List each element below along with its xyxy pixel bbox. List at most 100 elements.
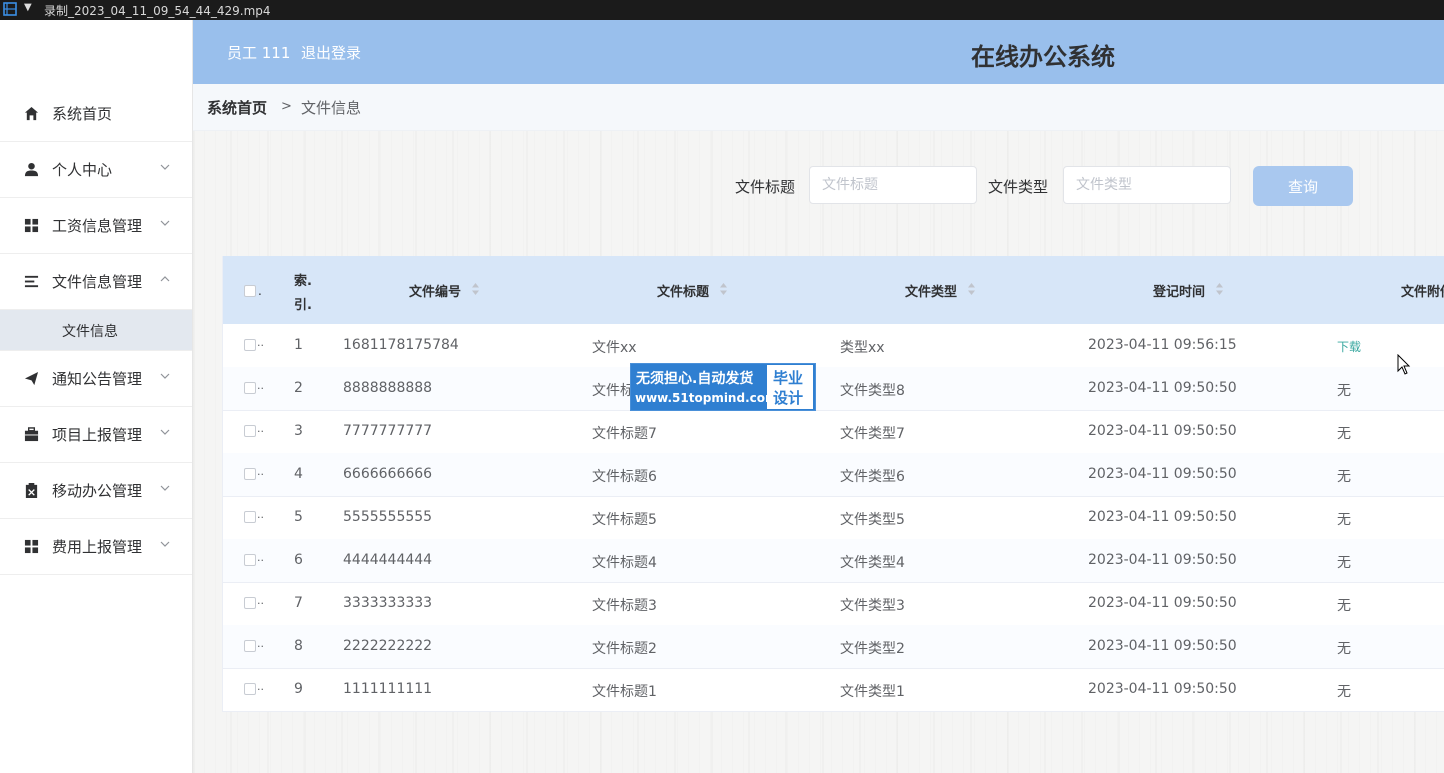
watermark-line2: www.51topmind.com — [635, 391, 778, 405]
cell-code: 2222222222 — [343, 638, 433, 654]
window-title: 录制_2023_04_11_09_54_44_429.mp4 — [44, 4, 271, 18]
sidebar-item-projects[interactable]: 项目上报管理 — [0, 407, 192, 463]
sidebar-item-label: 系统首页 — [52, 105, 113, 123]
sidebar-item-home[interactable]: 系统首页 — [0, 86, 192, 142]
row-checkbox[interactable] — [244, 683, 256, 695]
table-header: . 索. 引. 文件编号 文件标题 文件类型 登记时间 文件附件 — [223, 256, 1444, 324]
table-row: .. 3 7777777777 文件标题7 文件类型7 2023-04-11 0… — [223, 410, 1444, 454]
sidebar-item-mobile-office[interactable]: 移动办公管理 — [0, 463, 192, 519]
breadcrumb-home[interactable]: 系统首页 — [207, 97, 267, 118]
sidebar-item-salary[interactable]: 工资信息管理 — [0, 198, 192, 254]
row-checkbox[interactable] — [244, 511, 256, 523]
search-type-input[interactable] — [1063, 166, 1231, 204]
cell-type: 文件类型7 — [840, 426, 905, 442]
table-row: .. 8 2222222222 文件标题2 文件类型2 2023-04-11 0… — [223, 625, 1444, 669]
sidebar-item-files[interactable]: 文件信息管理 — [0, 254, 192, 310]
cell-code: 5555555555 — [343, 509, 433, 525]
briefcase-icon — [24, 427, 39, 442]
cell-attachment: 无 — [1337, 641, 1351, 657]
user-icon — [24, 162, 39, 177]
table-row: .. 4 6666666666 文件标题6 文件类型6 2023-04-11 0… — [223, 453, 1444, 497]
sort-icon[interactable] — [967, 282, 976, 296]
cell-index: 7 — [294, 595, 303, 611]
list-icon — [24, 275, 39, 288]
sidebar-item-notices[interactable]: 通知公告管理 — [0, 351, 192, 407]
cell-code: 7777777777 — [343, 423, 433, 439]
cell-attachment: 无 — [1337, 555, 1351, 571]
row-checkbox-dots: .. — [257, 594, 264, 607]
chevron-down-icon — [160, 541, 170, 547]
column-attachment: 文件附件 — [1401, 256, 1444, 324]
cell-index: 9 — [294, 681, 303, 697]
chevron-up-icon — [160, 276, 170, 282]
cell-type: 文件类型8 — [840, 383, 905, 399]
cell-time: 2023-04-11 09:50:50 — [1088, 466, 1237, 482]
watermark-badge: 毕业 设计 — [767, 365, 813, 409]
grid-icon — [24, 539, 39, 554]
watermark-ad: 无须担心.自动发货 www.51topmind.com 毕业 设计 — [630, 363, 816, 411]
row-checkbox[interactable] — [244, 597, 256, 609]
row-checkbox-dots: .. — [257, 379, 264, 392]
window-title-bar: ▼ 录制_2023_04_11_09_54_44_429.mp4 — [0, 0, 1444, 20]
cell-code: 1111111111 — [343, 681, 433, 697]
row-checkbox[interactable] — [244, 468, 256, 480]
sidebar-item-expenses[interactable]: 费用上报管理 — [0, 519, 192, 575]
cell-index: 3 — [294, 423, 303, 439]
row-checkbox[interactable] — [244, 382, 256, 394]
dropdown-caret-icon[interactable]: ▼ — [24, 2, 32, 13]
cell-title: 文件标题7 — [592, 426, 657, 442]
cell-attachment: 无 — [1337, 469, 1351, 485]
breadcrumb-current: 文件信息 — [301, 99, 362, 117]
row-checkbox[interactable] — [244, 554, 256, 566]
column-type-label: 文件类型 — [905, 285, 958, 300]
sidebar-item-label: 通知公告管理 — [52, 370, 143, 388]
cell-code: 1681178175784 — [343, 337, 459, 353]
cell-attachment: 无 — [1337, 426, 1351, 442]
column-index-label: 索. 引. — [294, 274, 312, 313]
search-type-label: 文件类型 — [988, 178, 1049, 196]
cell-time: 2023-04-11 09:50:50 — [1088, 423, 1237, 439]
row-checkbox[interactable] — [244, 425, 256, 437]
sidebar-item-label: 项目上报管理 — [52, 426, 143, 444]
cell-attachment: 无 — [1337, 383, 1351, 399]
row-checkbox[interactable] — [244, 339, 256, 351]
sort-icon[interactable] — [471, 282, 480, 296]
row-checkbox-dots: .. — [257, 465, 264, 478]
sidebar-item-label: 个人中心 — [52, 161, 113, 179]
app-title: 在线办公系统 — [971, 43, 1115, 71]
table-row: .. 2 8888888888 文件标题8 文件类型8 2023-04-11 0… — [223, 367, 1444, 411]
search-button[interactable]: 查询 — [1253, 166, 1353, 206]
column-time-label: 登记时间 — [1153, 285, 1206, 300]
sort-icon[interactable] — [719, 282, 728, 296]
sort-icon[interactable] — [1215, 282, 1224, 296]
table-row: .. 9 1111111111 文件标题1 文件类型1 2023-04-11 0… — [223, 668, 1444, 712]
chevron-down-icon — [160, 429, 170, 435]
column-index: 索. 引. — [294, 256, 334, 324]
clipboard-icon — [25, 483, 38, 498]
row-checkbox-dots: .. — [257, 680, 264, 693]
download-link[interactable]: 下载 — [1337, 338, 1361, 355]
chevron-down-icon — [160, 164, 170, 170]
row-checkbox-dots: .. — [257, 508, 264, 521]
select-all-checkbox[interactable] — [244, 285, 256, 297]
cell-attachment: 无 — [1337, 684, 1351, 700]
watermark-badge-bottom: 设计 — [773, 389, 804, 407]
cell-index: 5 — [294, 509, 303, 525]
table-row: .. 1 1681178175784 文件xx 类型xx 2023-04-11 … — [223, 324, 1444, 368]
column-attachment-label: 文件附件 — [1401, 285, 1444, 300]
sidebar-subitem-file-info[interactable]: 文件信息 — [0, 310, 192, 351]
search-title-input[interactable] — [809, 166, 977, 204]
search-title-label: 文件标题 — [735, 178, 796, 196]
cell-title: 文件标题5 — [592, 512, 657, 528]
row-checkbox[interactable] — [244, 640, 256, 652]
sidebar-item-label: 工资信息管理 — [52, 217, 143, 235]
chevron-down-icon — [160, 373, 170, 379]
logout-link[interactable]: 退出登录 — [301, 42, 361, 63]
cell-time: 2023-04-11 09:56:15 — [1088, 337, 1237, 353]
breadcrumb: 系统首页 > 文件信息 — [193, 84, 1444, 131]
current-user: 员工 111 — [227, 44, 291, 62]
sidebar-item-personal-center[interactable]: 个人中心 — [0, 142, 192, 198]
column-title-label: 文件标题 — [657, 285, 710, 300]
row-checkbox-dots: .. — [257, 637, 264, 650]
cell-type: 文件类型1 — [840, 684, 905, 700]
